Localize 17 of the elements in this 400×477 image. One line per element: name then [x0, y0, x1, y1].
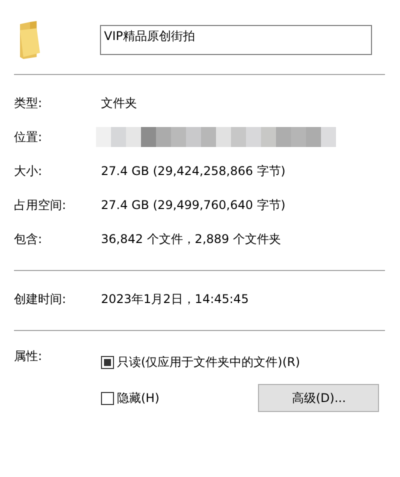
- field-label: 占用空间:: [14, 196, 68, 214]
- folder-icon: [20, 21, 40, 59]
- checkbox[interactable]: 只读(仅应用于文件夹中的文件)(R): [101, 354, 300, 370]
- field-label: 大小:: [14, 162, 44, 180]
- advanced-button[interactable]: 高级(D)...: [258, 384, 380, 412]
- field-value: 2023年1月2日，14:45:45: [101, 290, 249, 308]
- field-value: 36,842 个文件，2,889 个文件夹: [101, 230, 281, 248]
- field-value: 文件夹: [101, 94, 137, 112]
- field-value: 27.4 GB (29,424,258,866 字节): [101, 162, 286, 180]
- name-field[interactable]: VIP精品原创街拍: [100, 25, 372, 55]
- checkbox[interactable]: 隐藏(H): [101, 390, 160, 406]
- field-label: 位置:: [14, 128, 44, 146]
- field-value: 27.4 GB (29,499,760,640 字节): [101, 196, 286, 214]
- field-label: 属性:: [14, 348, 44, 365]
- field-label: 包含:: [14, 230, 44, 248]
- field-label: 创建时间:: [14, 290, 68, 308]
- field-label: 类型:: [14, 94, 44, 112]
